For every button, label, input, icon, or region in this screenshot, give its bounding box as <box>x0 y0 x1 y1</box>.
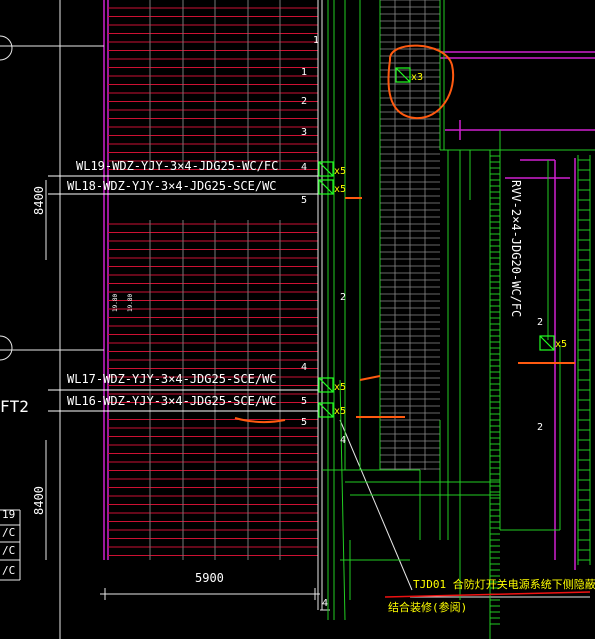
switch-tag-x5-2: x5 <box>334 184 346 195</box>
cable-label-wl19: WL19-WDZ-YJY-3×4-JDG25-WC/FC <box>76 159 278 173</box>
canvas-background <box>0 0 595 639</box>
switch-tag-x5-1: x5 <box>334 166 346 177</box>
count-7: 4 <box>301 362 307 373</box>
dimension-8400-upper: 8400 <box>32 186 46 215</box>
switch-tag-x5-5: x5 <box>555 339 567 350</box>
count-5: 5 <box>301 195 307 206</box>
table-code-1: /C <box>2 526 15 539</box>
note-line-1: TJD01 合防灯开关电源系统下侧隐蔽安装 <box>413 577 595 591</box>
dimension-8400-lower: 8400 <box>32 486 46 515</box>
count-13: 2 <box>537 422 543 433</box>
count-14: 4 <box>322 598 328 609</box>
small-label-1: 19.80 <box>112 294 119 312</box>
note-line-2: 结合装修(参阅) <box>388 600 467 614</box>
count-4: 4 <box>301 162 307 173</box>
switch-tag-x3: x3 <box>411 72 423 83</box>
vertical-cable-label: RVV-2×4-JDG20-WC/FC <box>509 180 523 317</box>
count-6: 2 <box>340 292 346 303</box>
cad-drawing-canvas: WL19-WDZ-YJY-3×4-JDG25-WC/FC WL18-WDZ-YJ… <box>0 0 595 639</box>
small-label-2: 19.80 <box>127 294 134 312</box>
count-9: 5 <box>301 417 307 428</box>
count-1: 1 <box>301 67 307 78</box>
cable-label-wl16: WL16-WDZ-YJY-3×4-JDG25-SCE/WC <box>67 394 277 408</box>
switch-tag-x5-4: x5 <box>334 406 346 417</box>
count-10: 2 <box>537 317 543 328</box>
table-number-19: 19 <box>2 508 15 521</box>
count-2: 2 <box>301 96 307 107</box>
cable-label-wl17: WL17-WDZ-YJY-3×4-JDG25-SCE/WC <box>67 372 277 386</box>
axis-label-ft2: FT2 <box>0 397 29 416</box>
switch-tag-x5-3: x5 <box>334 382 346 393</box>
count-11: 1 <box>313 35 319 46</box>
table-code-2: /C <box>2 544 15 557</box>
dimension-5900: 5900 <box>195 571 224 585</box>
count-8: 5 <box>301 396 307 407</box>
count-12: 4 <box>340 435 346 446</box>
cable-label-wl18: WL18-WDZ-YJY-3×4-JDG25-SCE/WC <box>67 179 277 193</box>
count-3: 3 <box>301 127 307 138</box>
table-code-3: /C <box>2 564 15 577</box>
